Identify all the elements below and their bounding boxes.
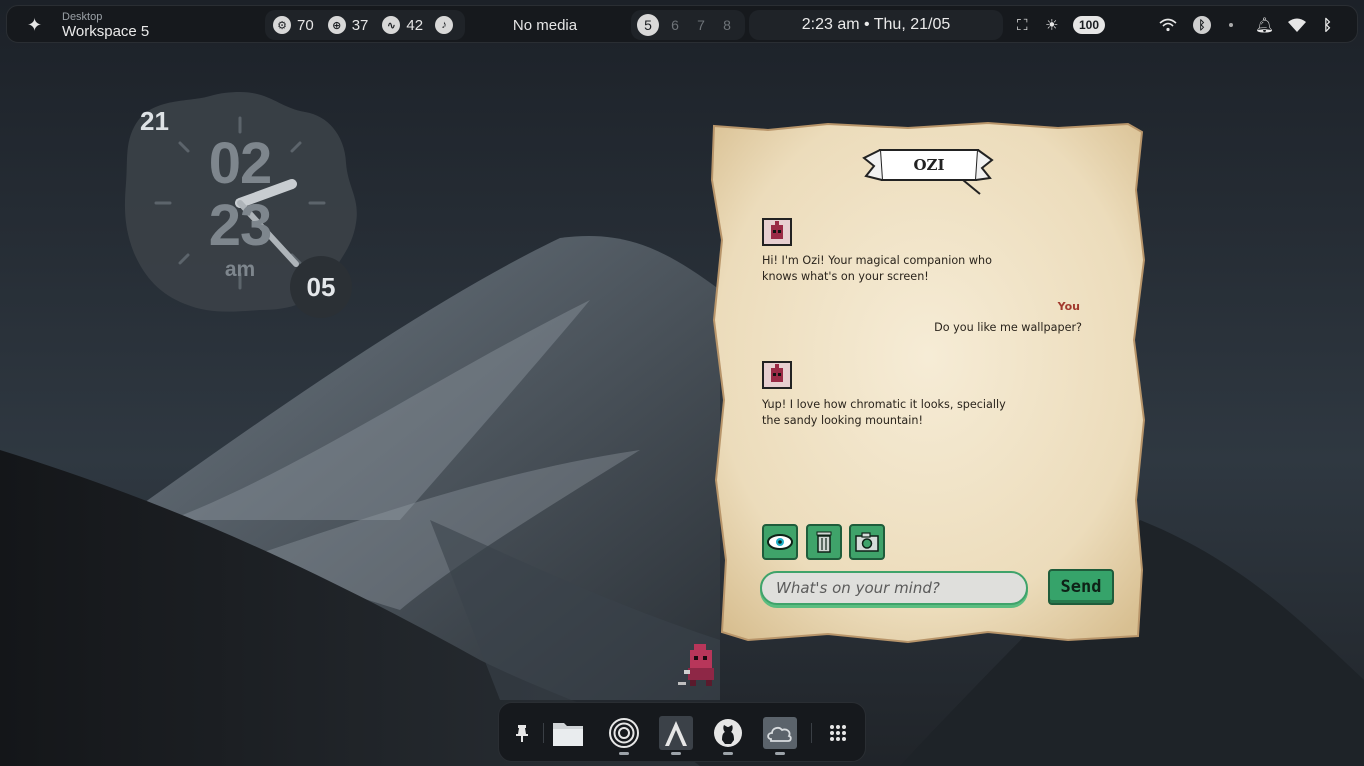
workspace-name: Workspace 5 [62, 22, 150, 40]
camera-icon [849, 524, 885, 560]
dock-cloud[interactable] [761, 713, 799, 753]
status-icons: ⛶ ☀ 100 ᛒ 🔔︎ ᛒ [1013, 6, 1353, 44]
workspace-8[interactable]: 8 [715, 17, 739, 33]
dock-pin[interactable] [503, 713, 541, 753]
clock-minute: 23 [208, 193, 273, 258]
chat-message-input[interactable] [760, 571, 1028, 605]
user-label: You [1057, 300, 1080, 313]
bluetooth-icon[interactable]: ᛒ [1193, 16, 1211, 34]
radar-icon [609, 718, 639, 748]
apps-grid-icon [830, 725, 846, 741]
dock-files[interactable] [549, 713, 587, 753]
clock-seconds-badge: 05 [290, 256, 352, 318]
memory-value: 37 [351, 16, 369, 34]
dock-arch[interactable] [657, 713, 695, 753]
cpu-icon: ⚙ [273, 16, 291, 34]
bot-message-2: Yup! I love how chromatic it looks, spec… [762, 398, 1006, 427]
files-icon [553, 723, 583, 746]
activity-stat: ∿ 42 [382, 16, 423, 34]
dock-apps[interactable] [819, 713, 857, 753]
activity-value: 42 [406, 16, 424, 34]
ozi-sprite[interactable] [676, 640, 724, 688]
ozi-avatar [762, 361, 792, 389]
camera-button[interactable] [849, 524, 885, 560]
chat-title: OZI [913, 156, 945, 174]
fullscreen-icon[interactable]: ⛶ [1017, 17, 1028, 34]
clock-ampm: am [224, 258, 256, 281]
brightness-icon[interactable]: ☀ [1045, 16, 1058, 34]
ozi-chat-panel: OZI Hi! I'm Ozi! Your magical companion … [708, 120, 1148, 646]
clock-seconds: 05 [306, 271, 336, 302]
send-button[interactable]: Send [1048, 569, 1114, 605]
memory-stat: ⊕ 37 [327, 16, 369, 34]
dock-running-indicator [619, 752, 629, 755]
eye-icon [762, 524, 798, 560]
brightness-value: 100 [1073, 16, 1106, 34]
notification-bell-icon[interactable]: 🔔︎ [1255, 16, 1274, 34]
clock-date: 21 [140, 106, 169, 136]
top-bar: ✦ Desktop Workspace 5 ⚙ 70 ⊕ 37 ∿ 42 ♪ N… [6, 5, 1358, 43]
pin-icon [516, 725, 528, 742]
dock-separator [543, 723, 544, 743]
sparkle-icon[interactable]: ✦ [27, 6, 42, 44]
workspace-switcher: 5 6 7 8 [631, 10, 745, 40]
ozi-avatar [762, 218, 792, 246]
workspace-5[interactable]: 5 [637, 14, 659, 36]
workspace-7[interactable]: 7 [689, 17, 713, 33]
system-stats: ⚙ 70 ⊕ 37 ∿ 42 ♪ [265, 10, 465, 40]
datetime-widget[interactable]: 2:23 am • Thu, 21/05 [749, 10, 1003, 40]
activity-icon: ∿ [382, 16, 401, 34]
memory-icon: ⊕ [327, 16, 346, 34]
workspace-6[interactable]: 6 [663, 17, 687, 33]
workspace-small-label: Desktop [62, 10, 103, 23]
workspace-label: Desktop Workspace 5 [62, 6, 149, 44]
dot-indicator-icon [1229, 23, 1233, 27]
music-icon[interactable]: ♪ [435, 16, 454, 34]
cloud-icon [763, 717, 797, 749]
dock-separator [811, 723, 812, 743]
trash-icon [806, 524, 842, 560]
dock-running-indicator [775, 752, 785, 755]
trash-button[interactable] [806, 524, 842, 560]
cpu-stat: ⚙ 70 [273, 16, 314, 34]
datetime-text: 2:23 am • Thu, 21/05 [801, 16, 951, 33]
wifi-icon[interactable] [1159, 18, 1177, 32]
media-text: No media [512, 16, 578, 34]
cpu-value: 70 [297, 16, 314, 34]
wifi-signal-icon[interactable] [1288, 18, 1306, 32]
eye-button[interactable] [762, 524, 798, 560]
app-dock [498, 702, 866, 762]
dock-running-indicator [723, 752, 733, 755]
bot-message-1: Hi! I'm Ozi! Your magical companion who … [762, 254, 992, 283]
media-widget[interactable]: No media [465, 10, 625, 40]
dock-github[interactable] [709, 713, 747, 753]
clock-hour: 02 [208, 131, 273, 196]
dock-running-indicator [671, 752, 681, 755]
arch-icon [659, 716, 693, 750]
bluetooth-small-icon[interactable]: ᛒ [1323, 17, 1332, 34]
github-icon [714, 719, 742, 747]
user-message-1: Do you like me wallpaper? [934, 321, 1082, 334]
dock-radar[interactable] [605, 713, 643, 753]
